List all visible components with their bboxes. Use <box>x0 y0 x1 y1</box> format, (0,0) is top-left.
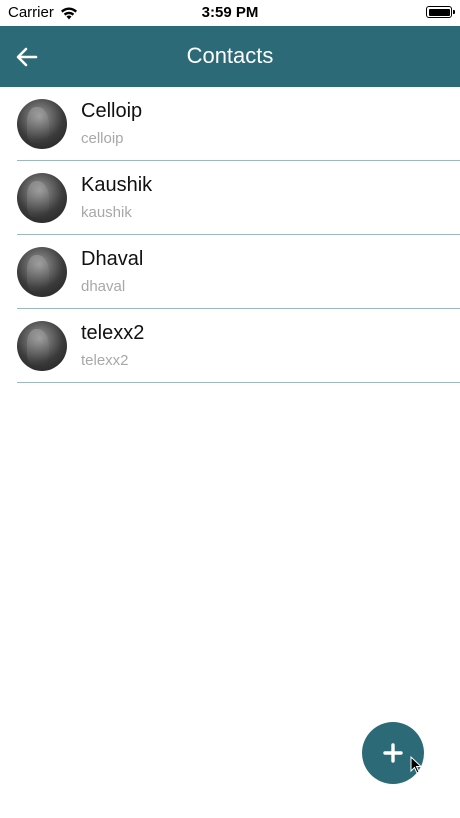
avatar <box>17 99 67 149</box>
avatar <box>17 321 67 371</box>
add-contact-button[interactable] <box>362 722 424 784</box>
contact-name: telexx2 <box>81 322 145 344</box>
avatar <box>17 173 67 223</box>
contact-row[interactable]: Celloip celloip <box>17 87 460 161</box>
app-bar: Contacts <box>0 26 460 87</box>
contact-name: Celloip <box>81 100 143 122</box>
contact-name: Dhaval <box>81 248 144 270</box>
contact-username: celloip <box>81 130 124 147</box>
plus-icon <box>383 743 403 763</box>
contact-username: telexx2 <box>81 352 129 369</box>
page-title: Contacts <box>186 43 274 68</box>
mouse-cursor-icon <box>410 756 422 774</box>
status-bar: Carrier 3:59 PM <box>0 0 460 26</box>
contact-name: Kaushik <box>81 174 153 196</box>
avatar <box>17 247 67 297</box>
contact-row[interactable]: Kaushik kaushik <box>17 161 460 235</box>
contact-row[interactable]: Dhaval dhaval <box>17 235 460 309</box>
battery-icon <box>426 6 455 18</box>
contact-username: kaushik <box>81 204 132 221</box>
contact-list: Celloip celloip Kaushik kaushik Dhaval d… <box>17 87 460 383</box>
contact-username: dhaval <box>81 278 126 295</box>
clock: 3:59 PM <box>201 4 259 21</box>
contact-row[interactable]: telexx2 telexx2 <box>17 309 460 383</box>
